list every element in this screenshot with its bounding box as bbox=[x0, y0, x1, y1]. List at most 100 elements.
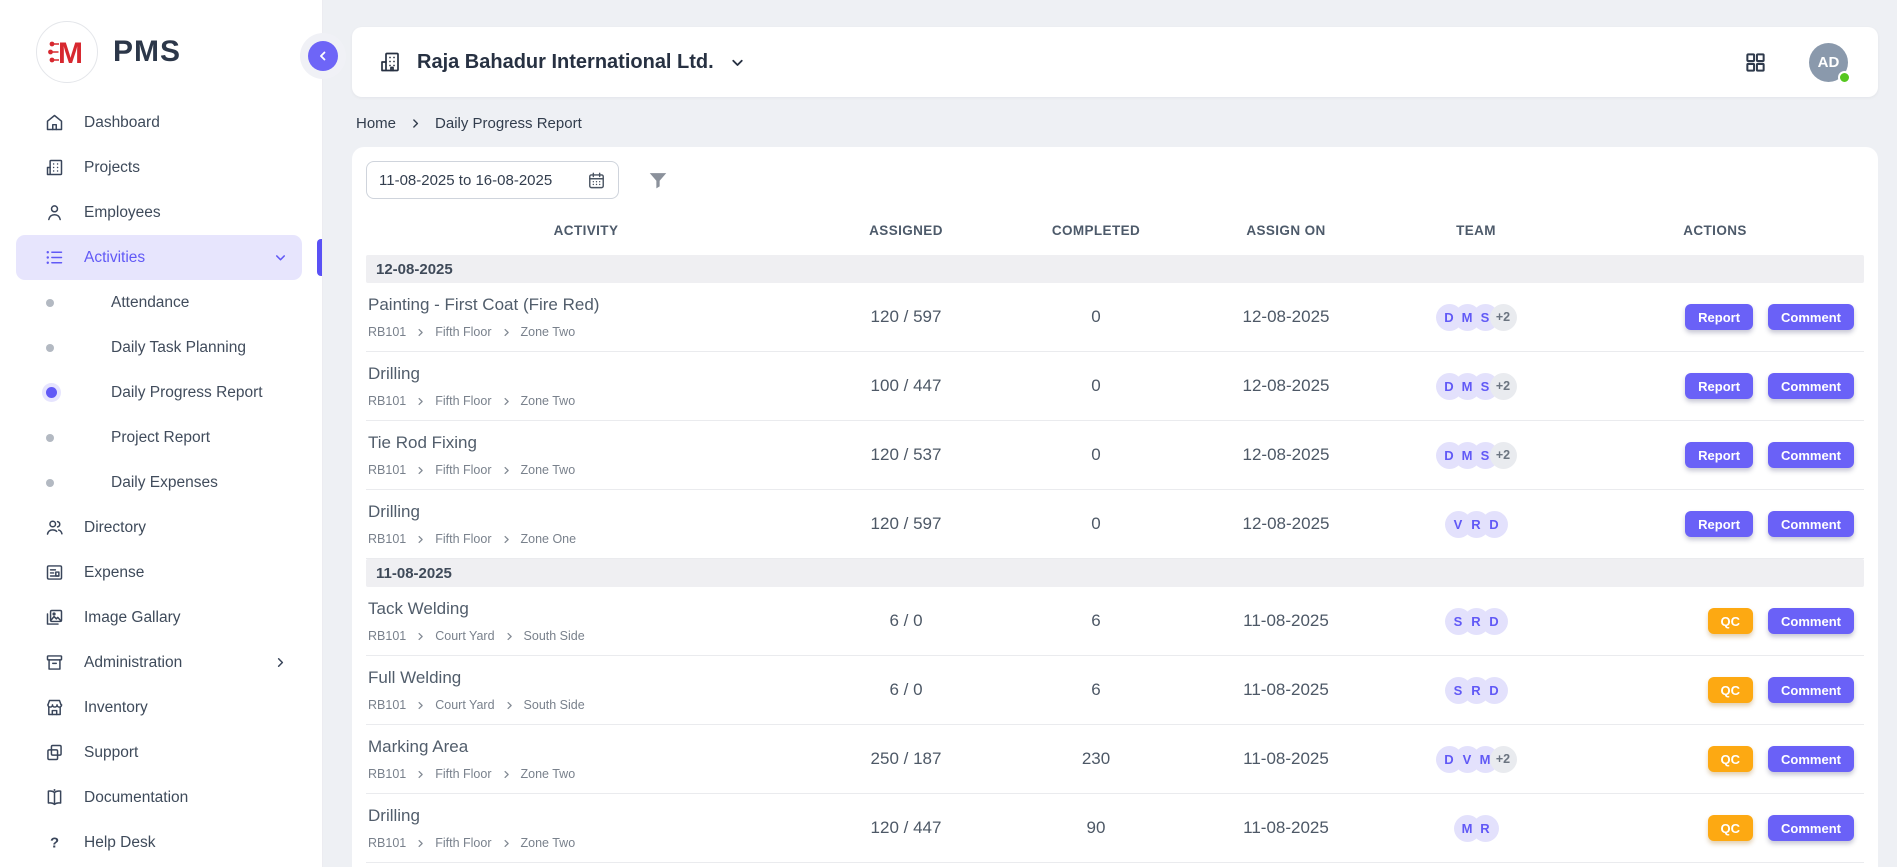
sidebar-item-documentation[interactable]: Documentation bbox=[16, 775, 302, 820]
chevron-right-icon bbox=[415, 631, 426, 642]
actions-cell: Report Comment bbox=[1566, 304, 1864, 330]
sidebar-item-image-gallary[interactable]: Image Gallary bbox=[16, 595, 302, 640]
team-cell: DMS+2 bbox=[1386, 442, 1566, 469]
actions-cell: Report Comment bbox=[1566, 442, 1864, 468]
column-header-assigned: ASSIGNED bbox=[806, 223, 1006, 238]
sidebar-item-administration[interactable]: Administration bbox=[16, 640, 302, 685]
sidebar-item-label: Image Gallary bbox=[84, 609, 180, 627]
activity-name: Drilling bbox=[368, 364, 806, 384]
bullet-dot bbox=[46, 344, 54, 352]
svg-text:M: M bbox=[58, 37, 83, 70]
report-button[interactable]: Report bbox=[1685, 304, 1753, 330]
person-icon bbox=[43, 202, 65, 224]
completed-cell: 0 bbox=[1006, 514, 1186, 534]
qc-button[interactable]: QC bbox=[1708, 746, 1754, 772]
path-segment: Zone One bbox=[521, 532, 577, 546]
comment-button[interactable]: Comment bbox=[1768, 373, 1854, 399]
sidebar-subitem-project-report[interactable]: Project Report bbox=[16, 415, 302, 460]
chevron-right-icon bbox=[415, 534, 426, 545]
report-button[interactable]: Report bbox=[1685, 373, 1753, 399]
app-root: M PMS DashboardProjects Employees Activiti… bbox=[0, 0, 1897, 867]
sidebar-subitem-label: Daily Expenses bbox=[111, 474, 218, 492]
path-segment: Fifth Floor bbox=[435, 767, 491, 781]
activity-cell: Drilling RB101Fifth FloorZone Two bbox=[366, 806, 806, 850]
sidebar-item-help-desk[interactable]: ?Help Desk bbox=[16, 820, 302, 865]
sidebar-item-dashboard[interactable]: Dashboard bbox=[16, 100, 302, 145]
sidebar-item-inventory[interactable]: Inventory bbox=[16, 685, 302, 730]
funnel-icon[interactable] bbox=[647, 169, 669, 191]
company-selector[interactable]: Raja Bahadur International Ltd. bbox=[378, 50, 746, 74]
sidebar-collapse-button[interactable] bbox=[308, 41, 338, 71]
chevron-right-icon bbox=[415, 327, 426, 338]
table-row: Painting - First Coat (Fire Red)RB101Fif… bbox=[366, 283, 1864, 352]
comment-button[interactable]: Comment bbox=[1768, 608, 1854, 634]
sidebar-item-directory[interactable]: Directory bbox=[16, 505, 302, 550]
app-name: PMS bbox=[113, 35, 181, 69]
comment-button[interactable]: Comment bbox=[1768, 746, 1854, 772]
apps-grid-icon[interactable] bbox=[1744, 51, 1767, 74]
actions-cell: QC Comment bbox=[1566, 608, 1864, 634]
sidebar-item-activities[interactable]: Activities bbox=[16, 235, 302, 280]
path-segment: Zone Two bbox=[521, 836, 576, 850]
filter-row: 11-08-2025 to 16-08-2025 bbox=[366, 161, 1864, 199]
user-avatar[interactable]: AD bbox=[1809, 43, 1848, 82]
completed-cell: 6 bbox=[1006, 611, 1186, 631]
assign-on-cell: 12-08-2025 bbox=[1186, 514, 1386, 534]
team-overflow-badge: +2 bbox=[1490, 442, 1517, 469]
active-indicator-bar bbox=[317, 239, 322, 276]
column-header-actions: ACTIONS bbox=[1566, 223, 1864, 238]
path-segment: Fifth Floor bbox=[435, 325, 491, 339]
activity-name: Tie Rod Fixing bbox=[368, 433, 806, 453]
table-row: Drilling RB101Fifth FloorZone Two120 / 44… bbox=[366, 794, 1864, 863]
date-group-header: 12-08-2025 bbox=[366, 255, 1864, 283]
avatar-initials: AD bbox=[1818, 54, 1840, 71]
comment-button[interactable]: Comment bbox=[1768, 511, 1854, 537]
sidebar-item-label: Directory bbox=[84, 519, 146, 537]
chevron-right-icon bbox=[415, 700, 426, 711]
report-button[interactable]: Report bbox=[1685, 511, 1753, 537]
top-header: Raja Bahadur International Ltd. AD bbox=[352, 27, 1878, 97]
sidebar-subitem-attendance[interactable]: Attendance bbox=[16, 280, 302, 325]
comment-button[interactable]: Comment bbox=[1768, 442, 1854, 468]
sidebar-subitem-daily-progress-report[interactable]: Daily Progress Report bbox=[16, 370, 302, 415]
report-button[interactable]: Report bbox=[1685, 442, 1753, 468]
chevron-left-icon bbox=[316, 49, 330, 63]
company-logo: M bbox=[36, 21, 98, 83]
sidebar-subitem-daily-task-planning[interactable]: Daily Task Planning bbox=[16, 325, 302, 370]
sidebar-item-label: Inventory bbox=[84, 699, 148, 717]
sidebar-item-employees[interactable]: Employees bbox=[16, 190, 302, 235]
activity-location-path: RB101Fifth FloorZone Two bbox=[368, 836, 806, 850]
path-segment: RB101 bbox=[368, 629, 406, 643]
comment-button[interactable]: Comment bbox=[1768, 304, 1854, 330]
path-segment: South Side bbox=[524, 698, 585, 712]
activity-name: Marking Area bbox=[368, 737, 806, 757]
team-member-avatar: D bbox=[1481, 511, 1508, 538]
qc-button[interactable]: QC bbox=[1708, 815, 1754, 841]
actions-cell: QC Comment bbox=[1566, 677, 1864, 703]
building-icon bbox=[43, 157, 65, 179]
chevron-right-icon bbox=[501, 327, 512, 338]
breadcrumb-home[interactable]: Home bbox=[356, 115, 396, 132]
column-header-team: TEAM bbox=[1386, 223, 1566, 238]
qc-button[interactable]: QC bbox=[1708, 677, 1754, 703]
content-card: 11-08-2025 to 16-08-2025 ACTIVITYASSIGNE… bbox=[352, 147, 1878, 867]
comment-button[interactable]: Comment bbox=[1768, 677, 1854, 703]
path-segment: RB101 bbox=[368, 394, 406, 408]
assigned-cell: 120 / 447 bbox=[806, 818, 1006, 838]
qc-button[interactable]: QC bbox=[1708, 608, 1754, 634]
sidebar-item-expense[interactable]: Expense bbox=[16, 550, 302, 595]
activity-name: Drilling bbox=[368, 806, 806, 826]
sidebar-item-support[interactable]: Support bbox=[16, 730, 302, 775]
breadcrumb: Home Daily Progress Report bbox=[352, 97, 1878, 147]
comment-button[interactable]: Comment bbox=[1768, 815, 1854, 841]
activity-cell: Painting - First Coat (Fire Red)RB101Fif… bbox=[366, 295, 806, 339]
date-range-input[interactable]: 11-08-2025 to 16-08-2025 bbox=[366, 161, 619, 199]
team-cell: SRD bbox=[1386, 608, 1566, 635]
path-segment: Fifth Floor bbox=[435, 463, 491, 477]
actions-cell: Report Comment bbox=[1566, 373, 1864, 399]
logo-m-icon: M bbox=[45, 30, 89, 74]
sidebar-subitem-daily-expenses[interactable]: Daily Expenses bbox=[16, 460, 302, 505]
brand: M PMS bbox=[0, 0, 322, 96]
sidebar-item-label: Employees bbox=[84, 204, 161, 222]
sidebar-item-projects[interactable]: Projects bbox=[16, 145, 302, 190]
